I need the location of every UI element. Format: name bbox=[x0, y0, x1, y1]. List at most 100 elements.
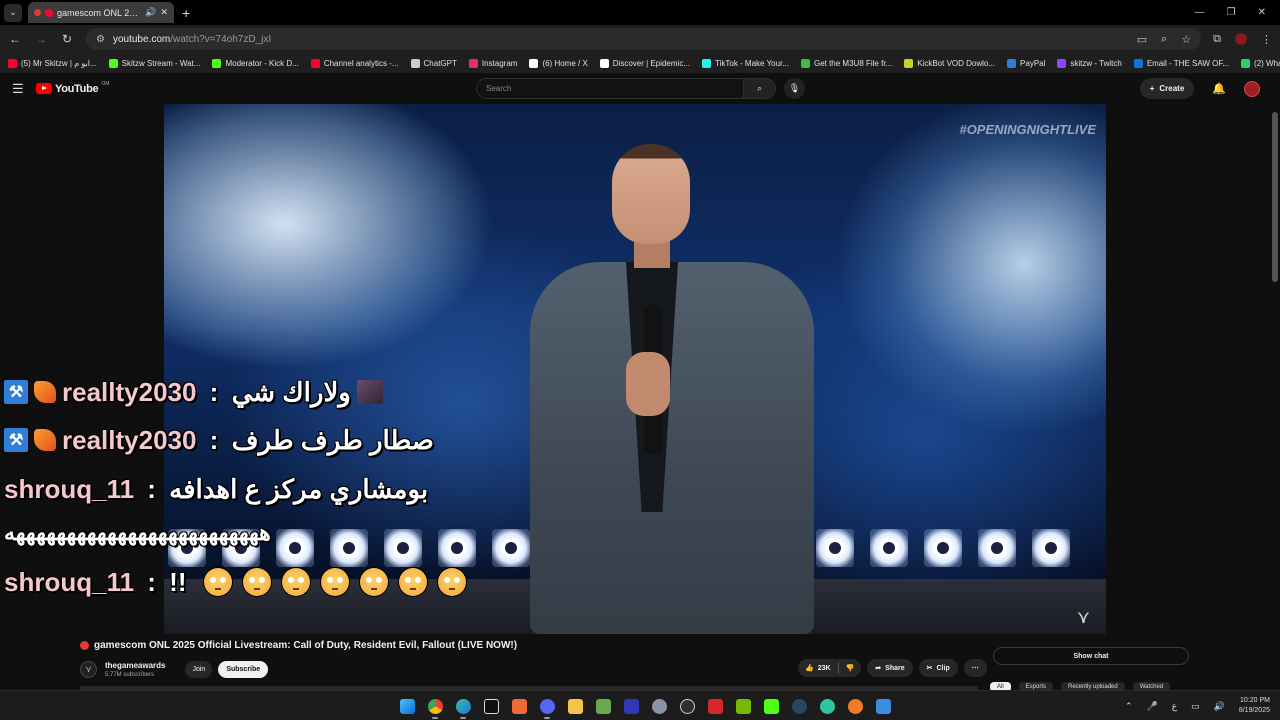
volume-icon[interactable]: 🔊 bbox=[1214, 701, 1225, 712]
minimize-icon[interactable]: — bbox=[1195, 7, 1205, 18]
like-button[interactable]: 👍 23K bbox=[798, 664, 838, 673]
notifications-bell-icon[interactable]: 🔔 bbox=[1212, 82, 1226, 95]
xbox-app-icon[interactable] bbox=[592, 695, 614, 717]
obs-icon[interactable] bbox=[676, 695, 698, 717]
stage-light bbox=[816, 529, 854, 567]
zoom-icon[interactable]: ⌕ bbox=[1161, 33, 1167, 46]
bookmark-favicon-icon bbox=[529, 58, 539, 68]
bookmark-label: skitzw - Twitch bbox=[1070, 58, 1122, 68]
create-button[interactable]: + Create bbox=[1139, 78, 1195, 99]
bookmark-item[interactable]: (6) Home / X bbox=[529, 58, 588, 68]
url-host: youtube.com bbox=[112, 33, 171, 45]
nvidia-icon[interactable] bbox=[732, 695, 754, 717]
tray-overflow-icon[interactable]: ⌃ bbox=[1125, 701, 1133, 712]
share-button[interactable]: ➦ Share bbox=[867, 659, 913, 677]
channel-name[interactable]: thegameawards bbox=[105, 661, 165, 670]
capcut-icon[interactable] bbox=[480, 695, 502, 717]
bookmark-item[interactable]: KickBot VOD Dowlo... bbox=[904, 58, 995, 68]
input-language[interactable]: ع bbox=[1172, 701, 1177, 712]
site-info-icon[interactable]: ⚙ bbox=[96, 34, 105, 45]
microphone-icon: 🎙 bbox=[788, 83, 801, 93]
bookmark-favicon-icon bbox=[468, 58, 478, 68]
subscribe-button[interactable]: Subscribe bbox=[218, 660, 269, 678]
bookmark-label: Channel analytics -... bbox=[323, 58, 399, 68]
bookmark-item[interactable]: PayPal bbox=[1007, 58, 1045, 68]
scrollbar-thumb[interactable] bbox=[1272, 112, 1278, 282]
bookmark-item[interactable]: Skitzw Stream - Wat... bbox=[108, 58, 200, 68]
account-avatar[interactable] bbox=[1244, 80, 1260, 97]
voice-search-button[interactable]: 🎙 bbox=[784, 78, 805, 99]
recording-icon bbox=[34, 9, 41, 16]
bookmark-favicon-icon bbox=[212, 58, 222, 68]
search-placeholder: Search bbox=[486, 84, 512, 93]
like-dislike-group: 👍 23K 👎 bbox=[798, 659, 862, 677]
search-icon: ⌕ bbox=[756, 83, 763, 93]
taskbar-clock[interactable]: 10:20 PM 8/19/2025 bbox=[1239, 696, 1270, 716]
browser-menu-icon[interactable]: ⋮ bbox=[1261, 33, 1272, 46]
bookmark-star-icon[interactable]: ☆ bbox=[1181, 33, 1191, 46]
chat-username: shrouq_11 bbox=[4, 473, 135, 504]
share-icon: ➦ bbox=[875, 665, 882, 672]
bookmark-item[interactable]: Get the M3U8 File fr... bbox=[800, 58, 892, 68]
clip-button[interactable]: ✂ Clip bbox=[918, 659, 958, 677]
kick-studio-icon[interactable] bbox=[760, 695, 782, 717]
steam-icon[interactable] bbox=[788, 695, 810, 717]
network-icon[interactable]: ▭ bbox=[1191, 701, 1200, 712]
bookmark-item[interactable]: Instagram bbox=[468, 58, 517, 68]
page-scrollbar[interactable] bbox=[1270, 104, 1280, 686]
close-window-icon[interactable]: ✕ bbox=[1258, 7, 1266, 18]
start-windows-icon[interactable] bbox=[396, 695, 418, 717]
affinity-icon[interactable] bbox=[508, 695, 530, 717]
streamlabs-icon[interactable] bbox=[816, 695, 838, 717]
file-explorer-icon[interactable] bbox=[564, 695, 586, 717]
vegas-icon[interactable] bbox=[620, 695, 642, 717]
profile-avatar[interactable] bbox=[1235, 33, 1247, 45]
bookmark-favicon-icon bbox=[410, 58, 420, 68]
lightning-app-icon[interactable] bbox=[704, 695, 726, 717]
bookmark-favicon-icon bbox=[599, 58, 609, 68]
channel-avatar[interactable]: ⋎ bbox=[80, 660, 97, 678]
close-tab-icon[interactable]: ✕ bbox=[160, 7, 168, 18]
chrome-icon[interactable] bbox=[424, 695, 446, 719]
show-chat-button[interactable]: Show chat bbox=[993, 647, 1189, 665]
forward-icon[interactable]: → bbox=[34, 32, 48, 46]
thumbs-down-icon: 👎 bbox=[845, 665, 855, 672]
cast-icon[interactable]: ▭ bbox=[1137, 33, 1147, 46]
snipping-tool-icon[interactable] bbox=[872, 695, 894, 717]
bookmark-item[interactable]: Email - THE SAW OF... bbox=[1133, 58, 1229, 68]
bookmark-item[interactable]: ChatGPT bbox=[410, 58, 457, 68]
back-icon[interactable]: ← bbox=[8, 32, 22, 46]
dislike-button[interactable]: 👎 bbox=[839, 664, 862, 672]
reload-icon[interactable]: ↻ bbox=[60, 32, 74, 46]
bookmark-item[interactable]: skitzw - Twitch bbox=[1057, 58, 1122, 68]
edge-icon[interactable] bbox=[452, 695, 474, 719]
hamburger-menu-icon[interactable]: ☰ bbox=[12, 81, 32, 97]
url-path: /watch?v=74oh7zD_jxI bbox=[170, 33, 272, 45]
maximize-icon[interactable]: ❐ bbox=[1227, 7, 1236, 18]
speaker-icon[interactable]: 🔊 bbox=[145, 7, 156, 18]
join-button[interactable]: Join bbox=[185, 660, 213, 678]
stage-light bbox=[1032, 529, 1070, 567]
tab-search-button[interactable]: ⌄ bbox=[4, 3, 22, 22]
search-input[interactable]: Search bbox=[476, 78, 744, 99]
browser-tab-active[interactable]: gamescom ONL 2025 O 🔊 ✕ bbox=[28, 2, 174, 23]
settings-gear-icon[interactable] bbox=[648, 695, 670, 717]
bookmark-item[interactable]: Moderator - Kick D... bbox=[212, 58, 299, 68]
youtube-logo[interactable]: YouTube OM bbox=[36, 81, 109, 95]
discord-icon[interactable] bbox=[536, 695, 558, 719]
search-button[interactable]: ⌕ bbox=[744, 78, 776, 99]
bookmark-item[interactable]: TikTok - Make Your... bbox=[702, 58, 789, 68]
bookmark-item[interactable]: (2) WhatsApp bbox=[1241, 58, 1280, 68]
chat-username: reallty2030 bbox=[62, 376, 197, 407]
bookmark-item[interactable]: Channel analytics -... bbox=[310, 58, 399, 68]
bookmark-item[interactable]: Discover | Epidemic... bbox=[599, 58, 690, 68]
more-actions-button[interactable]: ⋯ bbox=[963, 659, 987, 677]
url-input[interactable]: ⚙ youtube.com/watch?v=74oh7zD_jxI ▭ ⌕ ☆ bbox=[86, 28, 1202, 50]
chat-message: هههههههههههههههههههههههههه bbox=[4, 513, 271, 553]
bookmark-item[interactable]: (5) Mr Skitzw | ابو م... bbox=[8, 58, 97, 68]
flushed-emoji-row bbox=[193, 568, 466, 596]
new-tab-button[interactable]: + bbox=[182, 5, 190, 21]
extensions-icon[interactable]: ⧉ bbox=[1213, 33, 1221, 46]
microphone-tray-icon[interactable]: 🎤 bbox=[1147, 701, 1158, 712]
blender-icon[interactable] bbox=[844, 695, 866, 717]
